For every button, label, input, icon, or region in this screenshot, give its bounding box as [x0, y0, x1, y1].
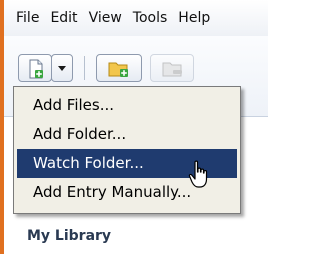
- app-window: File Edit View Tools Help Add Files... A…: [0, 0, 268, 254]
- remove-button[interactable]: [150, 54, 194, 82]
- menu-bar: File Edit View Tools Help: [4, 0, 268, 36]
- menu-item-add-files[interactable]: Add Files...: [17, 91, 237, 120]
- add-menu-dropdown: Add Files... Add Folder... Watch Folder.…: [13, 86, 241, 214]
- menu-edit[interactable]: Edit: [50, 0, 77, 36]
- folder-plus-icon: [108, 62, 128, 77]
- add-files-button[interactable]: [18, 54, 52, 82]
- menu-item-add-folder[interactable]: Add Folder...: [17, 120, 237, 149]
- menu-help[interactable]: Help: [178, 0, 210, 36]
- remove-icon: [162, 62, 182, 77]
- new-file-plus-icon: [29, 59, 43, 79]
- menu-tools[interactable]: Tools: [133, 0, 168, 36]
- menu-file[interactable]: File: [16, 0, 39, 36]
- hand-cursor-icon: [188, 160, 208, 188]
- sidebar-my-library[interactable]: My Library: [27, 228, 111, 244]
- add-dropdown-button[interactable]: [51, 54, 73, 82]
- add-folder-button[interactable]: [96, 54, 142, 82]
- menu-view[interactable]: View: [89, 0, 122, 36]
- chevron-down-icon: [58, 66, 66, 71]
- toolbar-separator: [84, 56, 85, 80]
